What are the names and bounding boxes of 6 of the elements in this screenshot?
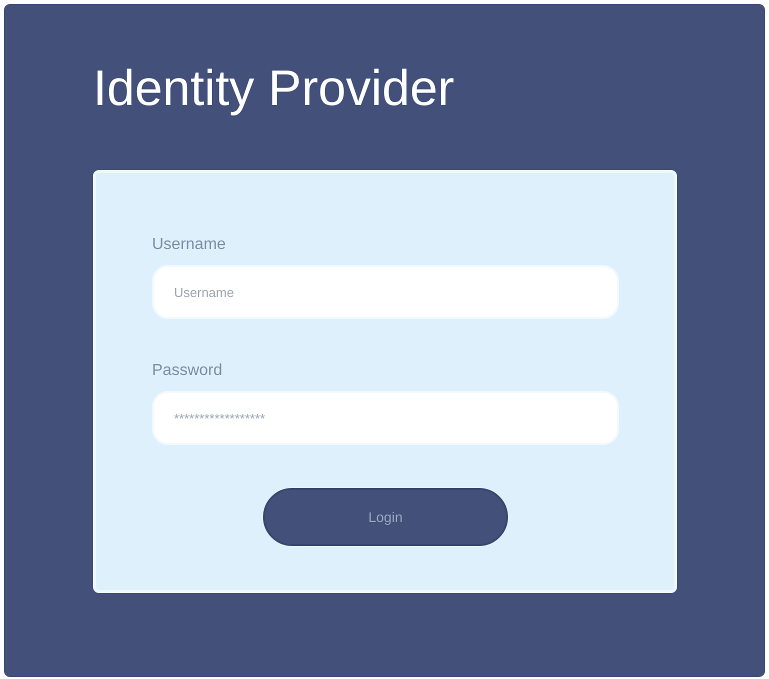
input-field[interactable]: Username <box>152 265 619 319</box>
page-title: Identity Provider <box>93 59 456 118</box>
login-button[interactable]: Login <box>263 488 508 546</box>
field-label: Username <box>152 235 226 255</box>
input-field[interactable]: ****************** <box>152 391 619 445</box>
field-label: Password <box>152 361 222 381</box>
